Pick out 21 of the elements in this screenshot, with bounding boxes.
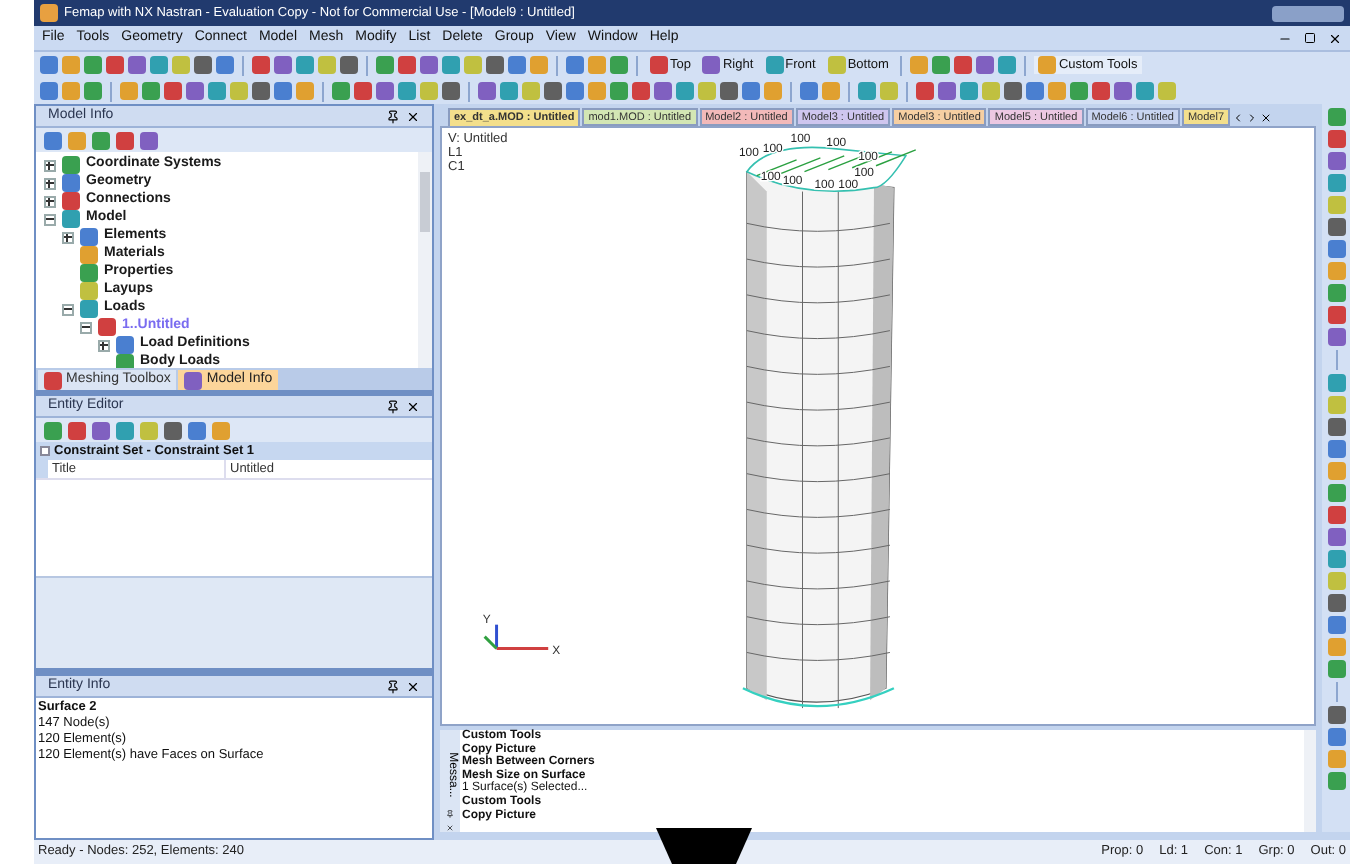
pin-icon[interactable] — [386, 399, 400, 413]
row-margin — [36, 460, 48, 478]
collapse-icon[interactable] — [40, 446, 50, 456]
pin-icon[interactable] — [386, 679, 400, 693]
close-icon[interactable] — [406, 679, 420, 693]
close-icon[interactable] — [406, 109, 420, 123]
close-icon[interactable] — [1260, 110, 1273, 126]
tool-icon[interactable] — [184, 371, 203, 389]
scrollbar[interactable] — [1304, 730, 1316, 832]
axis-triad-drawing — [483, 624, 549, 650]
close-icon[interactable] — [406, 399, 420, 413]
scroll-right-icon[interactable] — [1246, 110, 1259, 126]
restore-icon[interactable] — [1304, 32, 1316, 44]
scroll-left-icon[interactable] — [1232, 110, 1245, 126]
close-icon[interactable] — [1328, 31, 1342, 45]
tool-icon[interactable] — [44, 371, 62, 389]
tool-icon[interactable] — [40, 4, 58, 22]
window-controls[interactable] — [1272, 5, 1344, 21]
marker-shape — [656, 828, 752, 864]
scrollbar[interactable] — [418, 152, 432, 368]
pin-icon[interactable] — [386, 109, 400, 123]
